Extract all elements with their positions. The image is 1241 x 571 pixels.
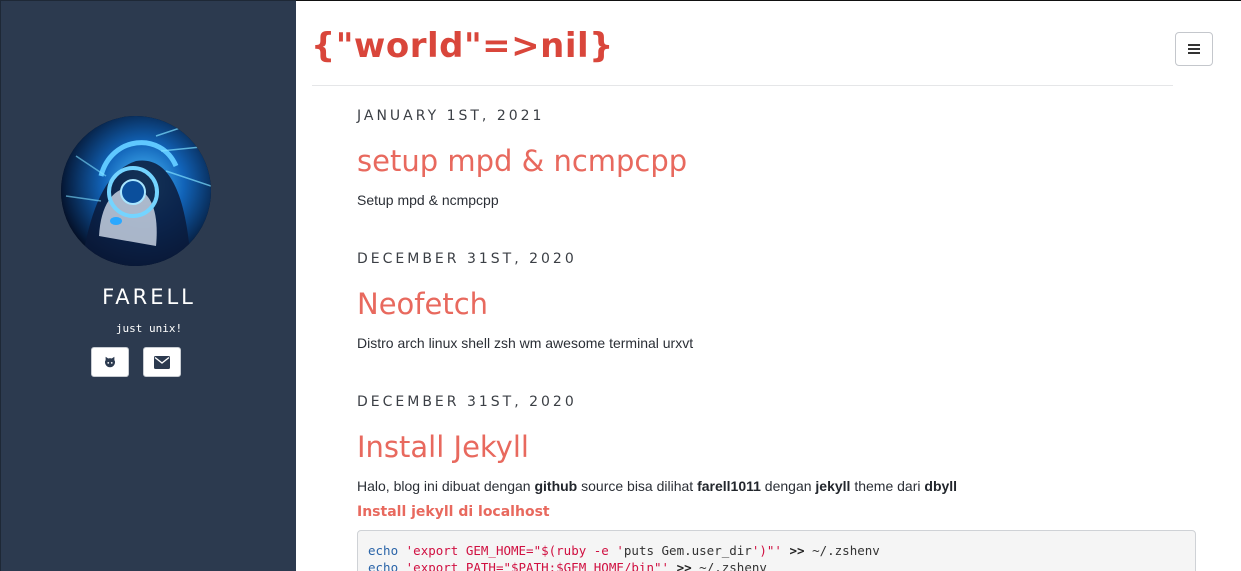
code-operator: >> — [789, 543, 805, 558]
excerpt-text: Halo, blog ini dibuat dengan — [357, 478, 535, 494]
avatar-image — [61, 116, 211, 266]
excerpt-bold: farell1011 — [697, 478, 761, 494]
post-title-link[interactable]: Install Jekyll — [357, 430, 529, 464]
excerpt-text: source bisa dilihat — [577, 478, 698, 494]
excerpt-bold: dbyll — [924, 478, 958, 494]
post-title-link[interactable]: Neofetch — [357, 287, 488, 321]
menu-button[interactable] — [1175, 32, 1213, 66]
author-name: FARELL — [102, 285, 196, 309]
post-date: DECEMBER 31ST, 2020 — [357, 251, 577, 267]
excerpt-bold: github — [534, 478, 578, 494]
code-string: 'export PATH="$PATH:$GEM_HOME/bin"' — [405, 560, 670, 571]
code-path: ~/.zshenv — [812, 543, 880, 558]
excerpt-bold: jekyll — [815, 478, 851, 494]
code-command: echo — [368, 543, 399, 558]
code-path: ~/.zshenv — [699, 560, 767, 571]
code-operator: >> — [676, 560, 692, 571]
hamburger-icon — [1188, 44, 1200, 54]
site-title[interactable]: {"world"=>nil} — [311, 26, 614, 66]
excerpt-text: dengan — [760, 478, 816, 494]
code-command: echo — [368, 560, 399, 571]
post-date: DECEMBER 31ST, 2020 — [357, 394, 577, 410]
github-icon — [104, 356, 116, 368]
post-subheading: Install jekyll di localhost — [357, 504, 550, 520]
code-string: 'export GEM_HOME="$(ruby -e ' — [405, 543, 624, 558]
top-border — [296, 0, 1241, 1]
post-date: JANUARY 1ST, 2021 — [357, 108, 545, 124]
github-button[interactable] — [91, 347, 129, 377]
sidebar: FARELL just unix! — [0, 0, 296, 571]
code-block: echo 'export GEM_HOME="$(ruby -e 'puts G… — [357, 530, 1196, 571]
code-line: echo 'export PATH="$PATH:$GEM_HOME/bin"'… — [368, 559, 1185, 571]
post-excerpt: Halo, blog ini dibuat dengan github sour… — [357, 478, 957, 494]
post-excerpt: Setup mpd & ncmpcpp — [357, 192, 499, 208]
mail-button[interactable] — [143, 347, 181, 377]
post-title-link[interactable]: setup mpd & ncmpcpp — [357, 144, 687, 178]
post-excerpt: Distro arch linux shell zsh wm awesome t… — [357, 335, 694, 351]
avatar — [61, 116, 211, 266]
header-divider — [312, 85, 1173, 86]
code-line: echo 'export GEM_HOME="$(ruby -e 'puts G… — [368, 542, 1185, 559]
tagline: just unix! — [115, 322, 183, 335]
code-string: ')"' — [751, 543, 782, 558]
excerpt-text: theme dari — [850, 478, 925, 494]
code-text: puts Gem.user_dir — [623, 543, 752, 558]
mail-icon — [154, 355, 170, 369]
